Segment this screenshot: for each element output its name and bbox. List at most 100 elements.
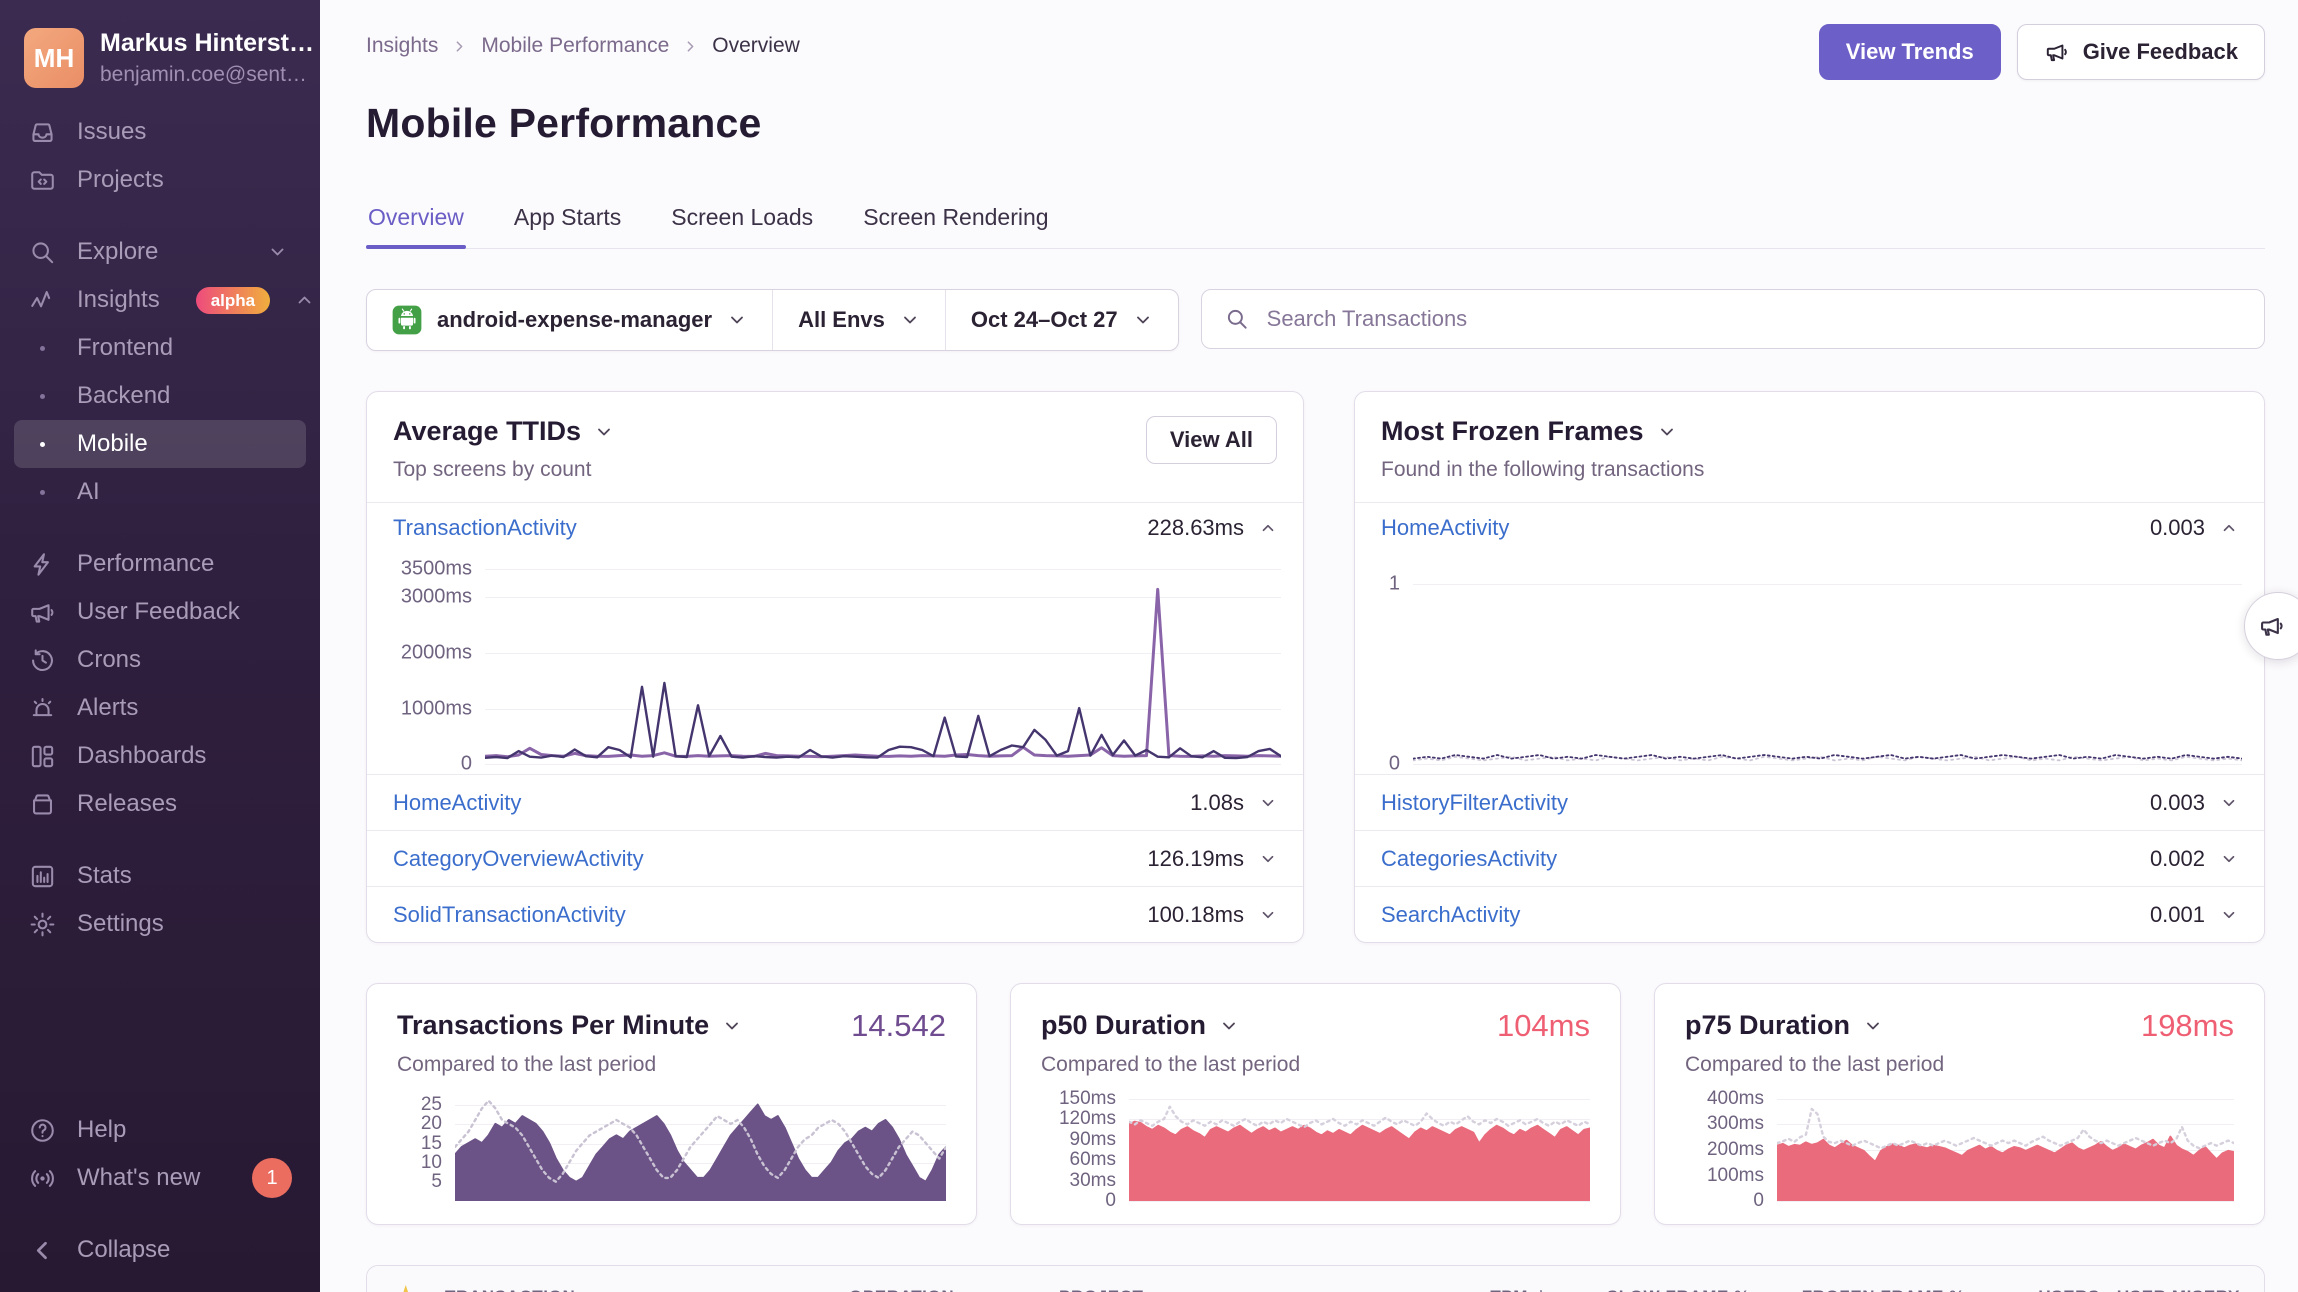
search-input[interactable] — [1265, 305, 2242, 333]
chevron-down-icon[interactable] — [1657, 422, 1677, 442]
transaction-link[interactable]: CategoriesActivity — [1381, 846, 1557, 872]
ttid-value: 126.19ms — [1147, 846, 1244, 872]
project-selector-value: android-expense-manager — [437, 307, 712, 333]
column-operation[interactable]: OPERATION — [849, 1287, 1059, 1292]
sidebar-item-ai[interactable]: AI — [14, 468, 306, 516]
column-slow-frame[interactable]: SLOW FRAME % — [1607, 1287, 1754, 1292]
give-feedback-button[interactable]: Give Feedback — [2017, 24, 2265, 80]
user-menu[interactable]: MH Markus Hinterst… benjamin.coe@sent… — [0, 16, 320, 108]
sidebar-item-backend[interactable]: Backend — [14, 372, 306, 420]
tab-app-starts[interactable]: App Starts — [512, 204, 623, 248]
column-user-misery[interactable]: USER MISERY — [2117, 1287, 2264, 1292]
transaction-link[interactable]: SolidTransactionActivity — [393, 902, 626, 928]
sidebar-item-mobile[interactable]: Mobile — [14, 420, 306, 468]
sidebar-item-settings[interactable]: Settings — [14, 900, 306, 948]
breadcrumb-mobile-performance[interactable]: Mobile Performance — [481, 34, 669, 58]
ttids-row: HomeActivity 1.08s — [367, 774, 1303, 830]
frozen-value: 0.001 — [2150, 902, 2205, 928]
top-cards-row: Average TTIDs Top screens by count View … — [366, 391, 2265, 943]
transaction-link[interactable]: HomeActivity — [393, 790, 521, 816]
chevron-down-icon[interactable] — [722, 1016, 742, 1036]
tpm-card: Transactions Per Minute 14.542 Compared … — [366, 983, 977, 1225]
sidebar-collapse-button[interactable]: Collapse — [14, 1226, 306, 1274]
breadcrumb-overview: Overview — [712, 34, 800, 58]
chevron-down-icon[interactable] — [2220, 794, 2238, 812]
ttid-value: 228.63ms — [1147, 515, 1244, 541]
column-frozen-frame[interactable]: FROZEN FRAME % — [1802, 1287, 1969, 1292]
sidebar-item-stats[interactable]: Stats — [14, 852, 306, 900]
dashboards-icon — [28, 742, 57, 771]
star-filled-icon[interactable]: ★ — [394, 1282, 419, 1292]
notification-badge: 1 — [252, 1158, 292, 1198]
column-transaction[interactable]: TRANSACTION — [445, 1287, 849, 1292]
chevron-down-icon[interactable] — [1259, 906, 1277, 924]
tab-screen-loads[interactable]: Screen Loads — [669, 204, 815, 248]
chevron-down-icon — [900, 310, 920, 330]
sidebar-item-label: Collapse — [77, 1236, 170, 1264]
sidebar-item-alerts[interactable]: Alerts — [14, 684, 306, 732]
projects-icon — [28, 166, 57, 195]
column-tpm-sorted[interactable]: TPM — [1490, 1287, 1554, 1292]
column-users[interactable]: USERS — [2038, 1287, 2104, 1292]
sidebar-item-frontend[interactable]: Frontend — [14, 324, 306, 372]
insights-icon — [28, 286, 57, 315]
transaction-link[interactable]: HistoryFilterActivity — [1381, 790, 1568, 816]
sidebar-item-help[interactable]: Help — [14, 1106, 306, 1154]
sidebar-item-insights[interactable]: Insights alpha — [14, 276, 306, 324]
chevron-up-icon[interactable] — [1259, 519, 1277, 537]
lightning-icon — [28, 550, 57, 579]
column-project[interactable]: PROJECT — [1059, 1287, 1404, 1292]
environment-selector-value: All Envs — [798, 307, 885, 333]
ttids-row: SolidTransactionActivity 100.18ms — [367, 886, 1303, 942]
tpm-value: 14.542 — [851, 1008, 946, 1044]
bar-chart-icon — [28, 862, 57, 891]
megaphone-icon — [28, 598, 57, 627]
chevron-down-icon[interactable] — [2220, 906, 2238, 924]
app-root: MH Markus Hinterst… benjamin.coe@sent… I… — [0, 0, 2298, 1292]
project-selector[interactable]: android-expense-manager — [367, 290, 773, 350]
sidebar-item-releases[interactable]: Releases — [14, 780, 306, 828]
page-title: Mobile Performance — [366, 100, 2265, 147]
date-range-value: Oct 24–Oct 27 — [971, 307, 1118, 333]
sidebar-item-projects[interactable]: Projects — [14, 156, 306, 204]
transaction-link[interactable]: TransactionActivity — [393, 515, 577, 541]
page-filters: android-expense-manager All Envs Oct 24–… — [366, 289, 1179, 351]
sidebar-item-crons[interactable]: Crons — [14, 636, 306, 684]
megaphone-icon — [2044, 39, 2070, 65]
chevron-down-icon[interactable] — [1259, 850, 1277, 868]
sidebar-item-performance[interactable]: Performance — [14, 540, 306, 588]
view-trends-button[interactable]: View Trends — [1819, 24, 2001, 80]
sidebar-item-dashboards[interactable]: Dashboards — [14, 732, 306, 780]
breadcrumb-insights[interactable]: Insights — [366, 34, 438, 58]
chevron-left-icon — [28, 1236, 57, 1265]
sidebar-item-whats-new[interactable]: What's new 1 — [14, 1154, 306, 1202]
transaction-link[interactable]: CategoryOverviewActivity — [393, 846, 644, 872]
sidebar-item-label: Settings — [77, 910, 164, 938]
tab-screen-rendering[interactable]: Screen Rendering — [861, 204, 1050, 248]
sidebar: MH Markus Hinterst… benjamin.coe@sent… I… — [0, 0, 320, 1292]
chevron-down-icon[interactable] — [2220, 850, 2238, 868]
tpm-subtitle: Compared to the last period — [397, 1053, 946, 1077]
android-project-icon — [392, 305, 422, 335]
sidebar-item-label: Crons — [77, 646, 141, 674]
transaction-link[interactable]: SearchActivity — [1381, 902, 1520, 928]
chevron-down-icon[interactable] — [1219, 1016, 1239, 1036]
tab-overview[interactable]: Overview — [366, 204, 466, 248]
filter-bar: android-expense-manager All Envs Oct 24–… — [366, 289, 2265, 351]
date-range-selector[interactable]: Oct 24–Oct 27 — [946, 290, 1178, 350]
environment-selector[interactable]: All Envs — [773, 290, 946, 350]
give-feedback-label: Give Feedback — [2083, 39, 2238, 65]
chevron-down-icon[interactable] — [1259, 794, 1277, 812]
chevron-up-icon[interactable] — [2220, 519, 2238, 537]
sidebar-item-user-feedback[interactable]: User Feedback — [14, 588, 306, 636]
frozen-frames-title: Most Frozen Frames — [1381, 416, 1644, 447]
view-all-button[interactable]: View All — [1146, 416, 1277, 464]
chevron-down-icon[interactable] — [1863, 1016, 1883, 1036]
chevron-down-icon[interactable] — [594, 422, 614, 442]
sidebar-nav: Issues Projects Explore Insights alpha F… — [0, 108, 320, 948]
search-bar — [1201, 289, 2265, 349]
sidebar-item-explore[interactable]: Explore — [14, 228, 306, 276]
transaction-link[interactable]: HomeActivity — [1381, 515, 1509, 541]
tab-bar: Overview App Starts Screen Loads Screen … — [366, 204, 2265, 249]
sidebar-item-issues[interactable]: Issues — [14, 108, 306, 156]
